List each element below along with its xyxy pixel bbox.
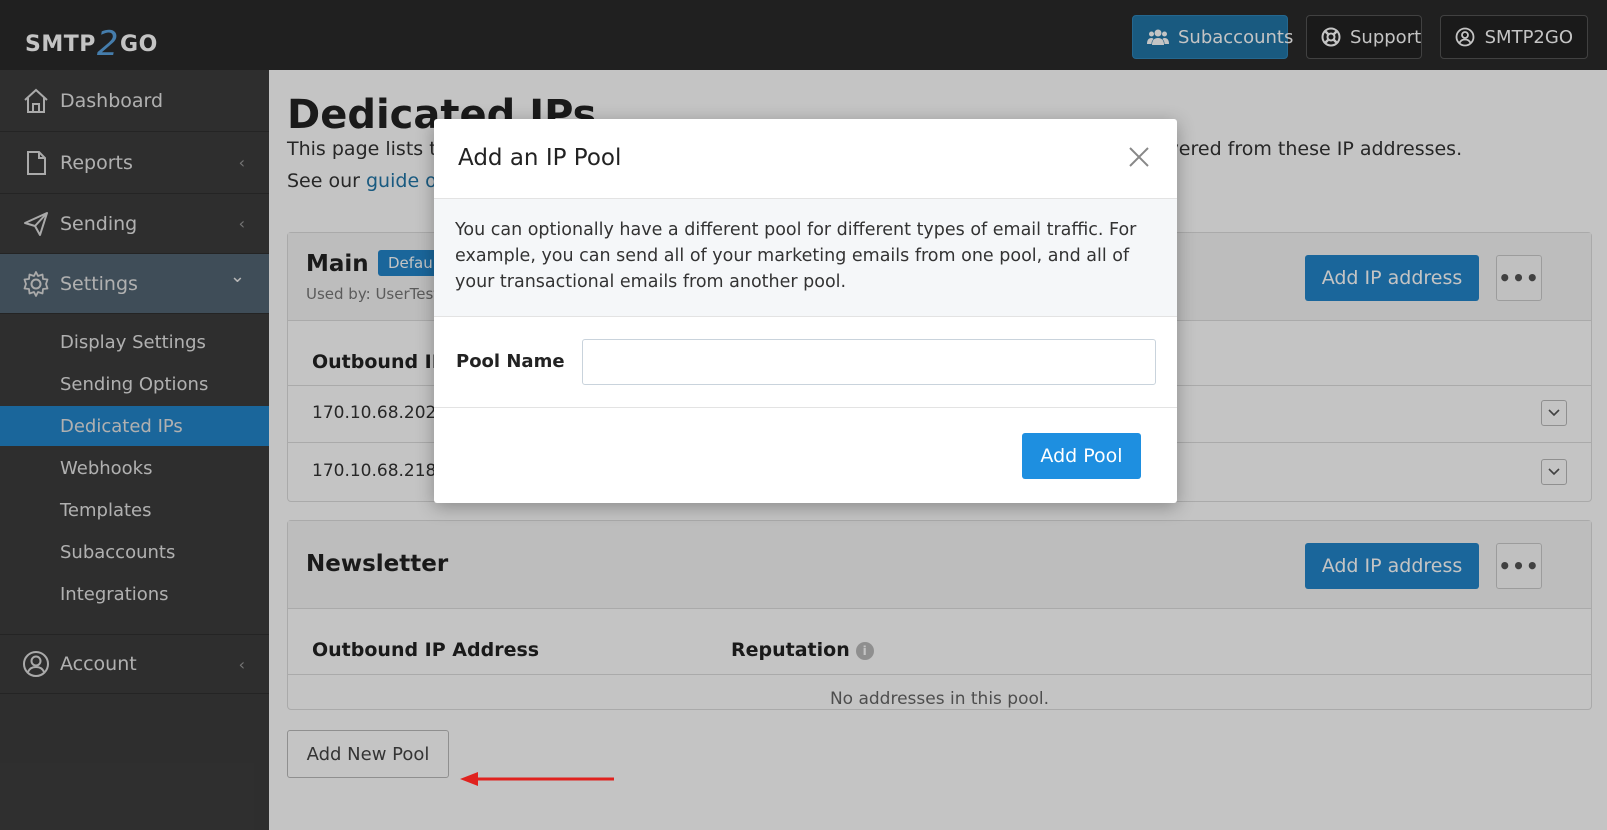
annotation-arrow-icon [460, 772, 614, 786]
modal-header: Add an IP Pool [434, 119, 1177, 199]
add-pool-button[interactable]: Add Pool [1022, 433, 1141, 479]
pool-name-form-row: Pool Name [434, 317, 1177, 408]
pool-name-input[interactable] [582, 339, 1156, 385]
modal-description: You can optionally have a different pool… [434, 199, 1177, 317]
add-ip-pool-modal: Add an IP Pool You can optionally have a… [434, 119, 1177, 503]
pool-name-label: Pool Name [456, 351, 565, 372]
modal-title: Add an IP Pool [458, 145, 622, 171]
close-icon[interactable] [1125, 143, 1153, 171]
